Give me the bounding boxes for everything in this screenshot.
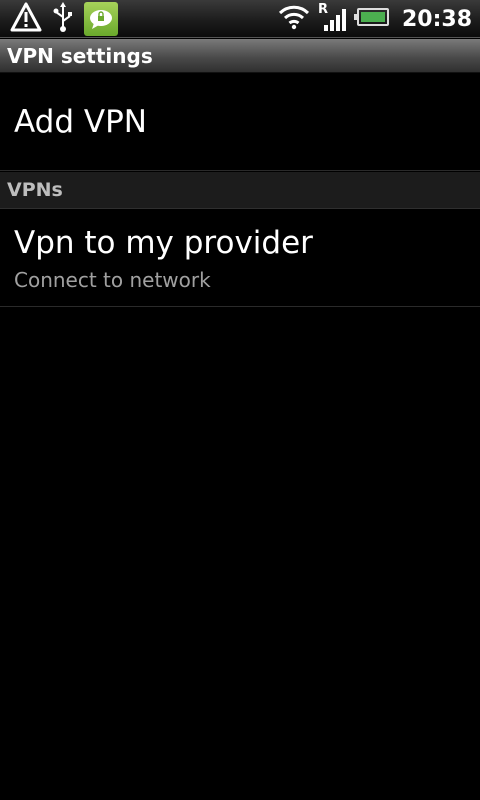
vpn-settings-screen: R 20:38 VPN settings Add VPN VPNs Vpn to… [0, 0, 480, 800]
add-vpn-button[interactable]: Add VPN [0, 73, 480, 171]
roaming-signal-icon: R [318, 1, 346, 37]
clock: 20:38 [401, 6, 472, 32]
vpn-name: Vpn to my provider [14, 225, 313, 261]
battery-icon [353, 7, 390, 31]
vpns-section-label: VPNs [7, 179, 63, 201]
vpn-summary: Connect to network [14, 268, 211, 292]
page-title: VPN settings [7, 44, 153, 68]
usb-icon [52, 1, 74, 37]
vpn-list-item[interactable]: Vpn to my provider Connect to network [0, 209, 480, 307]
add-vpn-label: Add VPN [14, 104, 147, 140]
status-bar-notifications [10, 2, 118, 36]
warning-icon [10, 2, 42, 36]
wifi-icon [278, 4, 310, 34]
status-bar: R 20:38 [0, 0, 480, 38]
vpns-section-header: VPNs [0, 172, 480, 209]
message-icon [84, 2, 118, 36]
title-bar: VPN settings [0, 39, 480, 73]
status-bar-system: R 20:38 [278, 2, 472, 36]
roaming-letter: R [318, 2, 328, 17]
